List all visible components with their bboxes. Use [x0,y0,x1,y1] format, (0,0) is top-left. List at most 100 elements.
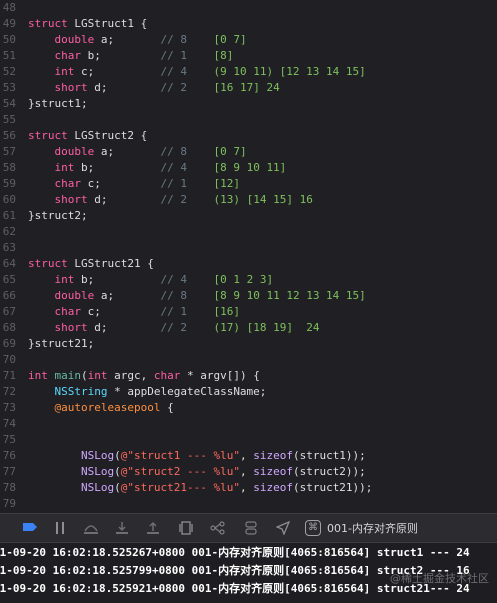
code-line: 76 NSLog(@"struct1 --- %lu", sizeof(stru… [0,448,497,464]
code-line: 57 double a; // 8 [0 7] [0,144,497,160]
view-hierarchy-icon[interactable] [178,521,194,537]
breakpoint-icon[interactable] [22,521,38,537]
line-number: 58 [2,161,16,174]
code-text: int c; // 4 (9 10 11) [12 13 14 15] [54,65,366,78]
line-number: 70 [2,353,16,366]
memory-graph-icon[interactable] [210,521,226,537]
code-line: 49 struct LGStruct1 { [0,16,497,32]
line-number: 65 [2,273,16,286]
line-number: 55 [2,113,16,126]
code-line: 64 struct LGStruct21 { [0,256,497,272]
code-line: 51 char b; // 1 [8] [0,48,497,64]
line-number: 53 [2,81,16,94]
code-line: 50 double a; // 8 [0 7] [0,32,497,48]
line-number: 61 [2,209,16,222]
code-text: int b; // 4 [0 1 2 3] [54,273,274,286]
code-text: struct LGStruct1 { [28,17,148,30]
code-text: }struct2; [28,209,88,222]
code-text: short d; // 2 (13) [14 15] 16 [54,193,313,206]
code-text: int b; // 4 [8 9 10 11] [54,161,287,174]
code-text: short d; // 2 [16 17] 24 [54,81,280,94]
line-number: 60 [2,193,16,206]
code-line: 60 short d; // 2 (13) [14 15] 16 [0,192,497,208]
code-text: char c; // 1 [16] [54,305,240,318]
code-text: NSLog(@"struct21--- %lu", sizeof(struct2… [80,481,373,494]
console-log-line: 21-09-20 16:02:18.525267+0800 001-内存对齐原则… [0,546,470,559]
line-number: 64 [2,257,16,270]
code-line: 54}struct1; [0,96,497,112]
line-number: 72 [2,385,16,398]
code-line: 58 int b; // 4 [8 9 10 11] [0,160,497,176]
environment-icon[interactable] [243,521,259,537]
line-number: 52 [2,65,16,78]
line-number: 71 [2,369,16,382]
line-number: 62 [2,225,16,238]
line-number: 74 [2,417,16,430]
code-text: char c; // 1 [12] [54,177,240,190]
code-line: 68 short d; // 2 (17) [18 19] 24 [0,320,497,336]
code-line: 59 char c; // 1 [12] [0,176,497,192]
code-text: int main(int argc, char * argv[]) { [28,369,260,382]
line-number: 48 [2,1,16,14]
step-over-icon[interactable] [83,521,99,537]
code-text: short d; // 2 (17) [18 19] 24 [54,321,320,334]
step-into-icon[interactable] [114,521,130,537]
line-number: 68 [2,321,16,334]
code-text: NSLog(@"struct2 --- %lu", sizeof(struct2… [80,465,366,478]
line-number: 77 [2,465,16,478]
line-number: 76 [2,449,16,462]
code-line: 67 char c; // 1 [16] [0,304,497,320]
debug-bar: ⌘ 001-内存对齐原则 [0,513,497,543]
code-line: 65 int b; // 4 [0 1 2 3] [0,272,497,288]
line-number: 73 [2,401,16,414]
step-out-icon[interactable] [145,521,161,537]
pause-icon[interactable] [52,521,68,537]
code-text: }struct21; [28,337,95,350]
code-line: 62 [0,224,497,240]
code-text: NSLog(@"struct1 --- %lu", sizeof(struct1… [80,449,366,462]
code-line: 69 }struct21; [0,336,497,352]
watermark: @稀土掘金技术社区 [390,572,489,585]
line-number: 79 [2,497,16,510]
code-text: char b; // 1 [8] [54,49,234,62]
code-line: 72 NSString * appDelegateClassName; [0,384,497,400]
code-text: }struct1; [28,97,88,110]
code-line: 55 [0,112,497,128]
line-number: 63 [2,241,16,254]
code-line: 48 [0,0,497,16]
line-number: 57 [2,145,16,158]
code-text: struct LGStruct21 { [28,257,154,270]
code-text: @autoreleasepool { [54,401,174,414]
code-line: 56 struct LGStruct2 { [0,128,497,144]
code-line: 63 [0,240,497,256]
code-editor[interactable]: 48 49 struct LGStruct1 { 50 double a; // 8 … [0,0,497,513]
line-number: 66 [2,289,16,302]
line-number: 51 [2,49,16,62]
code-text: struct LGStruct2 { [28,129,148,142]
line-number: 69 [2,337,16,350]
code-line: 70 [0,352,497,368]
code-line: 77 NSLog(@"struct2 --- %lu", sizeof(stru… [0,464,497,480]
line-number: 56 [2,129,16,142]
line-number: 49 [2,17,16,30]
line-number: 75 [2,433,16,446]
code-line: 71 int main(int argc, char * argv[]) { [0,368,497,384]
line-number: 59 [2,177,16,190]
line-number: 67 [2,305,16,318]
code-line: 52 int c; // 4 (9 10 11) [12 13 14 15] [0,64,497,80]
code-line: 79 [0,496,497,512]
scheme-label[interactable]: 001-内存对齐原则 [327,520,418,538]
code-line: 75 [0,432,497,448]
code-text: double a; // 8 [0 7] [54,145,247,158]
code-line: 66 double a; // 8 [8 9 10 11 12 13 14 15… [0,288,497,304]
scheme-app-icon[interactable]: ⌘ [305,520,321,536]
code-line: 78 NSLog(@"struct21--- %lu", sizeof(stru… [0,480,497,496]
code-line: 61 }struct2; [0,208,497,224]
line-number: 50 [2,33,16,46]
line-number: 78 [2,481,16,494]
code-text: double a; // 8 [8 9 10 11 12 13 14 15] [54,289,366,302]
code-text: NSString * appDelegateClassName; [54,385,267,398]
code-line: 74 [0,416,497,432]
code-text: double a; // 8 [0 7] [54,33,247,46]
location-icon[interactable] [275,520,291,537]
